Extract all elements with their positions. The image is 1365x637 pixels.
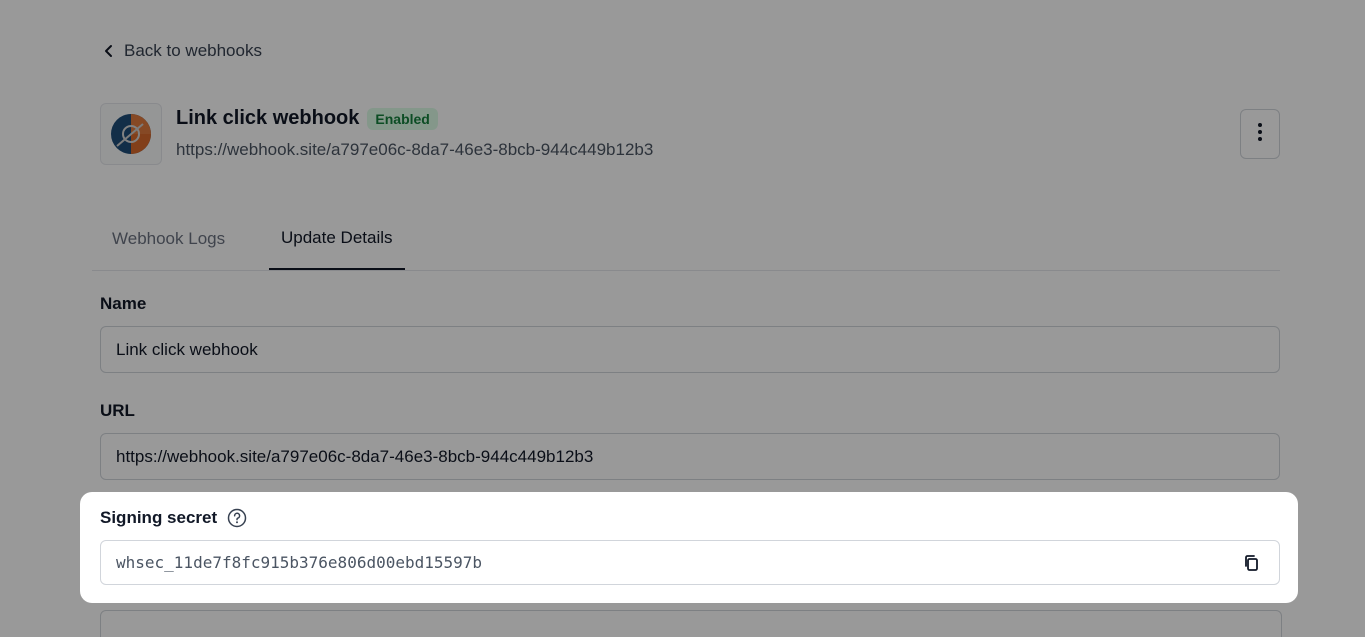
signing-secret-label: Signing secret (100, 508, 218, 527)
signing-secret-section: Signing secret whsec_11de7f8fc915b376e80… (80, 492, 1298, 603)
signing-secret-field[interactable]: whsec_11de7f8fc915b376e806d00ebd15597b (100, 540, 1280, 585)
copy-icon[interactable] (1240, 551, 1264, 575)
signing-secret-value: whsec_11de7f8fc915b376e806d00ebd15597b (116, 553, 483, 572)
signing-secret-label-row: Signing secret (100, 508, 247, 528)
help-circle-icon[interactable] (227, 508, 247, 528)
